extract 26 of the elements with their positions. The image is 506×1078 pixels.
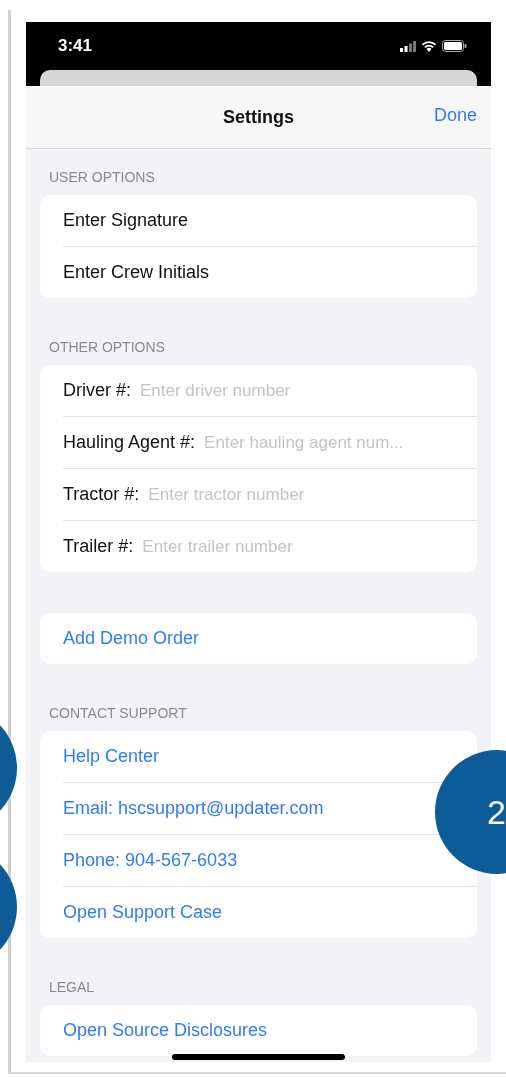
link[interactable]: Help Center (63, 746, 160, 767)
field-label: Tractor #: (63, 484, 140, 505)
settings-item[interactable]: Enter Signature (63, 210, 189, 231)
input-field[interactable]: Enter tractor number (148, 484, 370, 505)
battery-icon (442, 40, 467, 52)
field-label: Hauling Agent #: (63, 432, 196, 453)
section-header: OTHER OPTIONS (49, 339, 165, 355)
input-field[interactable]: Enter trailer number (142, 536, 364, 557)
link[interactable]: Email: hscsupport@updater.com (63, 798, 324, 819)
status-time: 3:41 (58, 36, 93, 56)
input-field[interactable]: Enter hauling agent num... (204, 432, 477, 453)
field-label: Driver #: (63, 380, 131, 401)
section-header: CONTACT SUPPORT (49, 705, 187, 721)
link[interactable]: Open Source Disclosures (63, 1020, 268, 1041)
section-header: USER OPTIONS (49, 169, 155, 185)
wifi-icon (421, 40, 437, 52)
signal-icon (400, 40, 416, 52)
section-header: LEGAL (49, 979, 95, 995)
settings-item[interactable]: Enter Crew Initials (63, 262, 210, 283)
input-field[interactable]: Enter driver number (140, 380, 351, 401)
link[interactable]: Phone: 904-567-6033 (63, 850, 238, 871)
link[interactable]: Open Support Case (63, 902, 223, 923)
screen-title: Settings (223, 106, 294, 128)
done-button[interactable]: Done (433, 103, 477, 128)
link[interactable]: Add Demo Order (63, 628, 200, 649)
field-label: Trailer #: (63, 536, 134, 557)
